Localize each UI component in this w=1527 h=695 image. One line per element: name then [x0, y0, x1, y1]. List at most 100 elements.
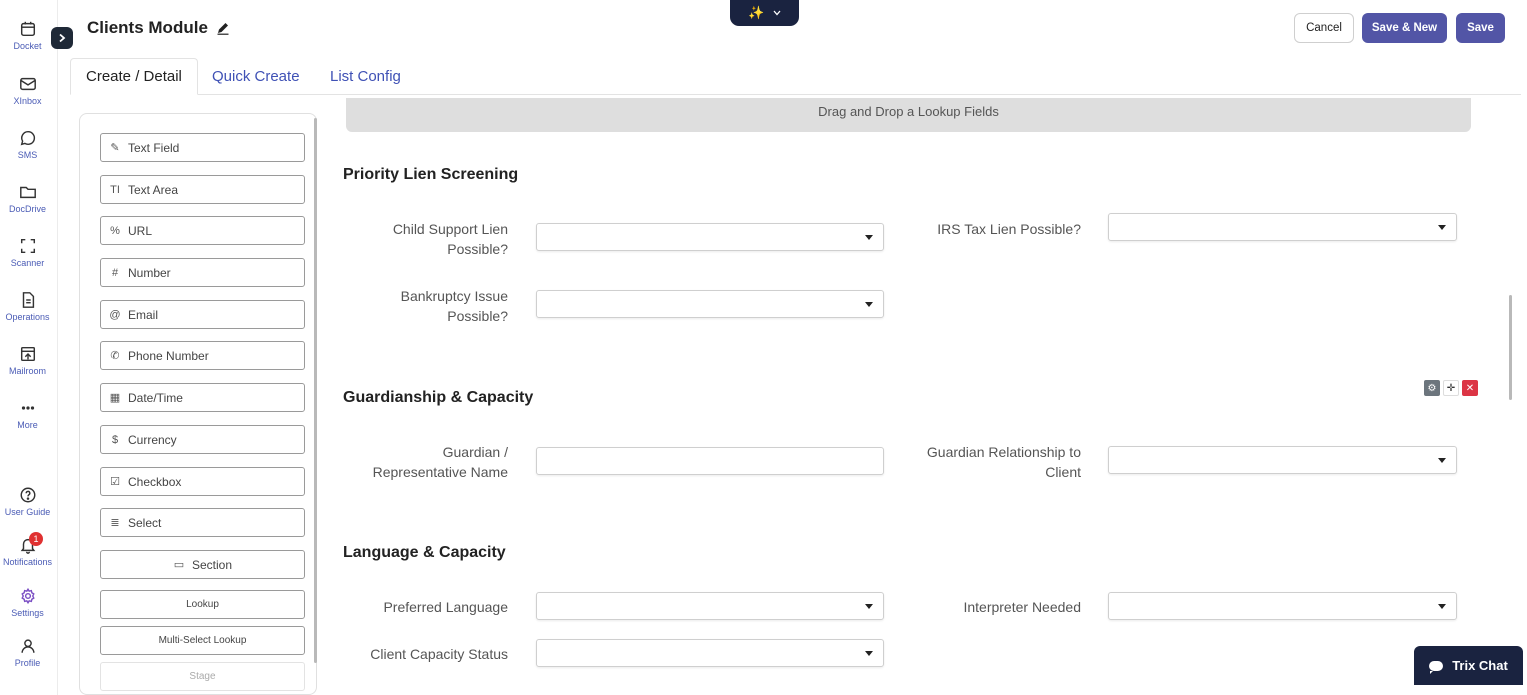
select-client-capacity-status[interactable] — [536, 639, 884, 667]
field-palette: ✎ Text Field TI Text Area % URL # Number @ Em… — [79, 113, 317, 695]
select-guardian-relationship[interactable] — [1108, 446, 1457, 474]
palette-label: Select — [128, 515, 162, 530]
field-label-irs-tax-lien: IRS Tax Lien Possible? — [937, 221, 1081, 237]
section-move-icon[interactable]: ✛ — [1443, 380, 1459, 396]
dollar-icon: $ — [111, 433, 119, 446]
section-delete-icon[interactable]: ✕ — [1462, 380, 1478, 396]
section-title-guardianship: Guardianship & Capacity — [343, 389, 534, 406]
field-label-guardian-name: Guardian / Representative Name — [372, 444, 508, 480]
gear-icon — [20, 587, 35, 605]
rail-item-profile[interactable]: Profile — [0, 637, 55, 668]
palette-currency[interactable]: $ Currency — [100, 425, 305, 454]
palette-url[interactable]: % URL — [100, 216, 305, 245]
caret-down-icon — [1438, 604, 1446, 609]
main-scrollbar[interactable] — [1509, 295, 1512, 400]
palette-select[interactable]: ≣ Select — [100, 508, 305, 537]
rail-item-more[interactable]: More — [0, 399, 55, 430]
caret-down-icon — [865, 604, 873, 609]
section-toolbar: ⚙ ✛ ✕ — [1424, 380, 1478, 396]
save-and-new-button[interactable]: Save & New — [1362, 13, 1447, 43]
select-irs-tax-lien[interactable] — [1108, 213, 1457, 241]
palette-label: Lookup — [186, 599, 219, 610]
palette-text-area[interactable]: TI Text Area — [100, 175, 305, 204]
tab-quick-create[interactable]: Quick Create — [197, 58, 315, 95]
phone-icon: ✆ — [110, 350, 120, 362]
rail-item-user-guide[interactable]: User Guide — [0, 486, 55, 517]
palette-text-field[interactable]: ✎ Text Field — [100, 133, 305, 162]
rail-item-settings[interactable]: Settings — [0, 587, 55, 618]
palette-lookup[interactable]: Lookup — [100, 590, 305, 619]
rail-item-scanner[interactable]: Scanner — [0, 237, 55, 268]
caret-down-icon — [1438, 458, 1446, 463]
trix-chat-button[interactable]: Trix Chat — [1414, 646, 1523, 685]
select-bankruptcy-issue[interactable] — [536, 290, 884, 318]
rail-label: SMS — [17, 150, 38, 160]
chevron-down-icon — [773, 10, 781, 16]
rail-item-operations[interactable]: Operations — [0, 291, 55, 322]
select-preferred-language[interactable] — [536, 592, 884, 620]
palette-label: Date/Time — [128, 390, 183, 405]
caret-down-icon — [865, 235, 873, 240]
rail-label: DocDrive — [8, 204, 46, 214]
tab-bar: Create / Detail Quick Create List Config — [70, 58, 1521, 95]
palette-phone-number[interactable]: ✆ Phone Number — [100, 341, 305, 370]
chevron-right-icon — [59, 33, 66, 43]
edit-icon: ✎ — [110, 142, 120, 154]
sparkle-icon: ✨ — [748, 5, 765, 20]
calendar-icon — [20, 21, 35, 37]
more-dots-icon — [21, 406, 34, 410]
mail-icon — [19, 77, 36, 91]
field-label-interpreter-needed: Interpreter Needed — [963, 599, 1081, 615]
edit-pencil-icon[interactable] — [216, 21, 230, 35]
dropzone-text: Drag and Drop a Lookup Fields — [818, 104, 999, 119]
palette-number[interactable]: # Number — [100, 258, 305, 287]
input-guardian-name[interactable] — [536, 447, 884, 475]
rail-label: XInbox — [13, 96, 42, 106]
left-rail: Docket XInbox SMS DocDrive Scanner Opera… — [0, 0, 58, 695]
rail-item-xinbox[interactable]: XInbox — [0, 75, 55, 106]
palette-section[interactable]: ▭ Section — [100, 550, 305, 579]
palette-label: Multi-Select Lookup — [158, 635, 247, 646]
save-button[interactable]: Save — [1456, 13, 1505, 43]
ai-assist-dropdown[interactable]: ✨ — [730, 0, 799, 26]
field-label-client-capacity: Client Capacity Status — [370, 646, 508, 662]
scan-icon — [20, 238, 35, 254]
palette-multi-select-lookup[interactable]: Multi-Select Lookup — [100, 626, 305, 655]
field-label-guardian-relationship: Guardian Relationship to Client — [926, 444, 1081, 480]
select-interpreter-needed[interactable] — [1108, 592, 1457, 620]
list-icon: ≣ — [110, 517, 120, 529]
rail-item-docdrive[interactable]: DocDrive — [0, 183, 55, 214]
cancel-button[interactable]: Cancel — [1294, 13, 1354, 43]
user-icon — [20, 639, 35, 653]
page-title-text: Clients Module — [87, 18, 208, 37]
rail-item-sms[interactable]: SMS — [0, 129, 55, 160]
select-child-support-lien[interactable] — [536, 223, 884, 251]
caret-down-icon — [1438, 225, 1446, 230]
rail-item-notifications[interactable]: 1 Notifications — [0, 532, 55, 567]
rail-label: Mailroom — [8, 366, 46, 376]
folder-icon — [19, 186, 36, 199]
palette-email[interactable]: @ Email — [100, 300, 305, 329]
palette-checkbox[interactable]: ☑ Checkbox — [100, 467, 305, 496]
rail-item-mailroom[interactable]: Mailroom — [0, 345, 55, 376]
at-icon: @ — [109, 308, 121, 321]
rail-label: Operations — [5, 312, 50, 322]
link-icon: % — [110, 224, 120, 237]
chat-label: Trix Chat — [1452, 658, 1508, 673]
rail-label: Notifications — [2, 557, 53, 567]
rail-label: Scanner — [10, 258, 45, 268]
rail-label: User Guide — [4, 507, 51, 517]
palette-scrollbar[interactable] — [314, 118, 317, 663]
section-settings-icon[interactable]: ⚙ — [1424, 380, 1440, 396]
tab-create-detail[interactable]: Create / Detail — [70, 58, 198, 95]
palette-stage[interactable]: Stage — [100, 662, 305, 691]
field-label-bankruptcy: Bankruptcy Issue Possible? — [400, 288, 508, 324]
hash-icon: # — [111, 266, 119, 279]
lookup-dropzone[interactable]: Drag and Drop a Lookup Fields — [346, 98, 1471, 132]
palette-date-time[interactable]: ▦ Date/Time — [100, 383, 305, 412]
sidebar-expand-button[interactable] — [51, 27, 73, 49]
rail-item-docket[interactable]: Docket — [0, 20, 55, 51]
notification-badge: 1 — [29, 532, 43, 546]
tab-list-config[interactable]: List Config — [315, 58, 416, 95]
field-label-child-support: Child Support Lien Possible? — [392, 221, 508, 257]
